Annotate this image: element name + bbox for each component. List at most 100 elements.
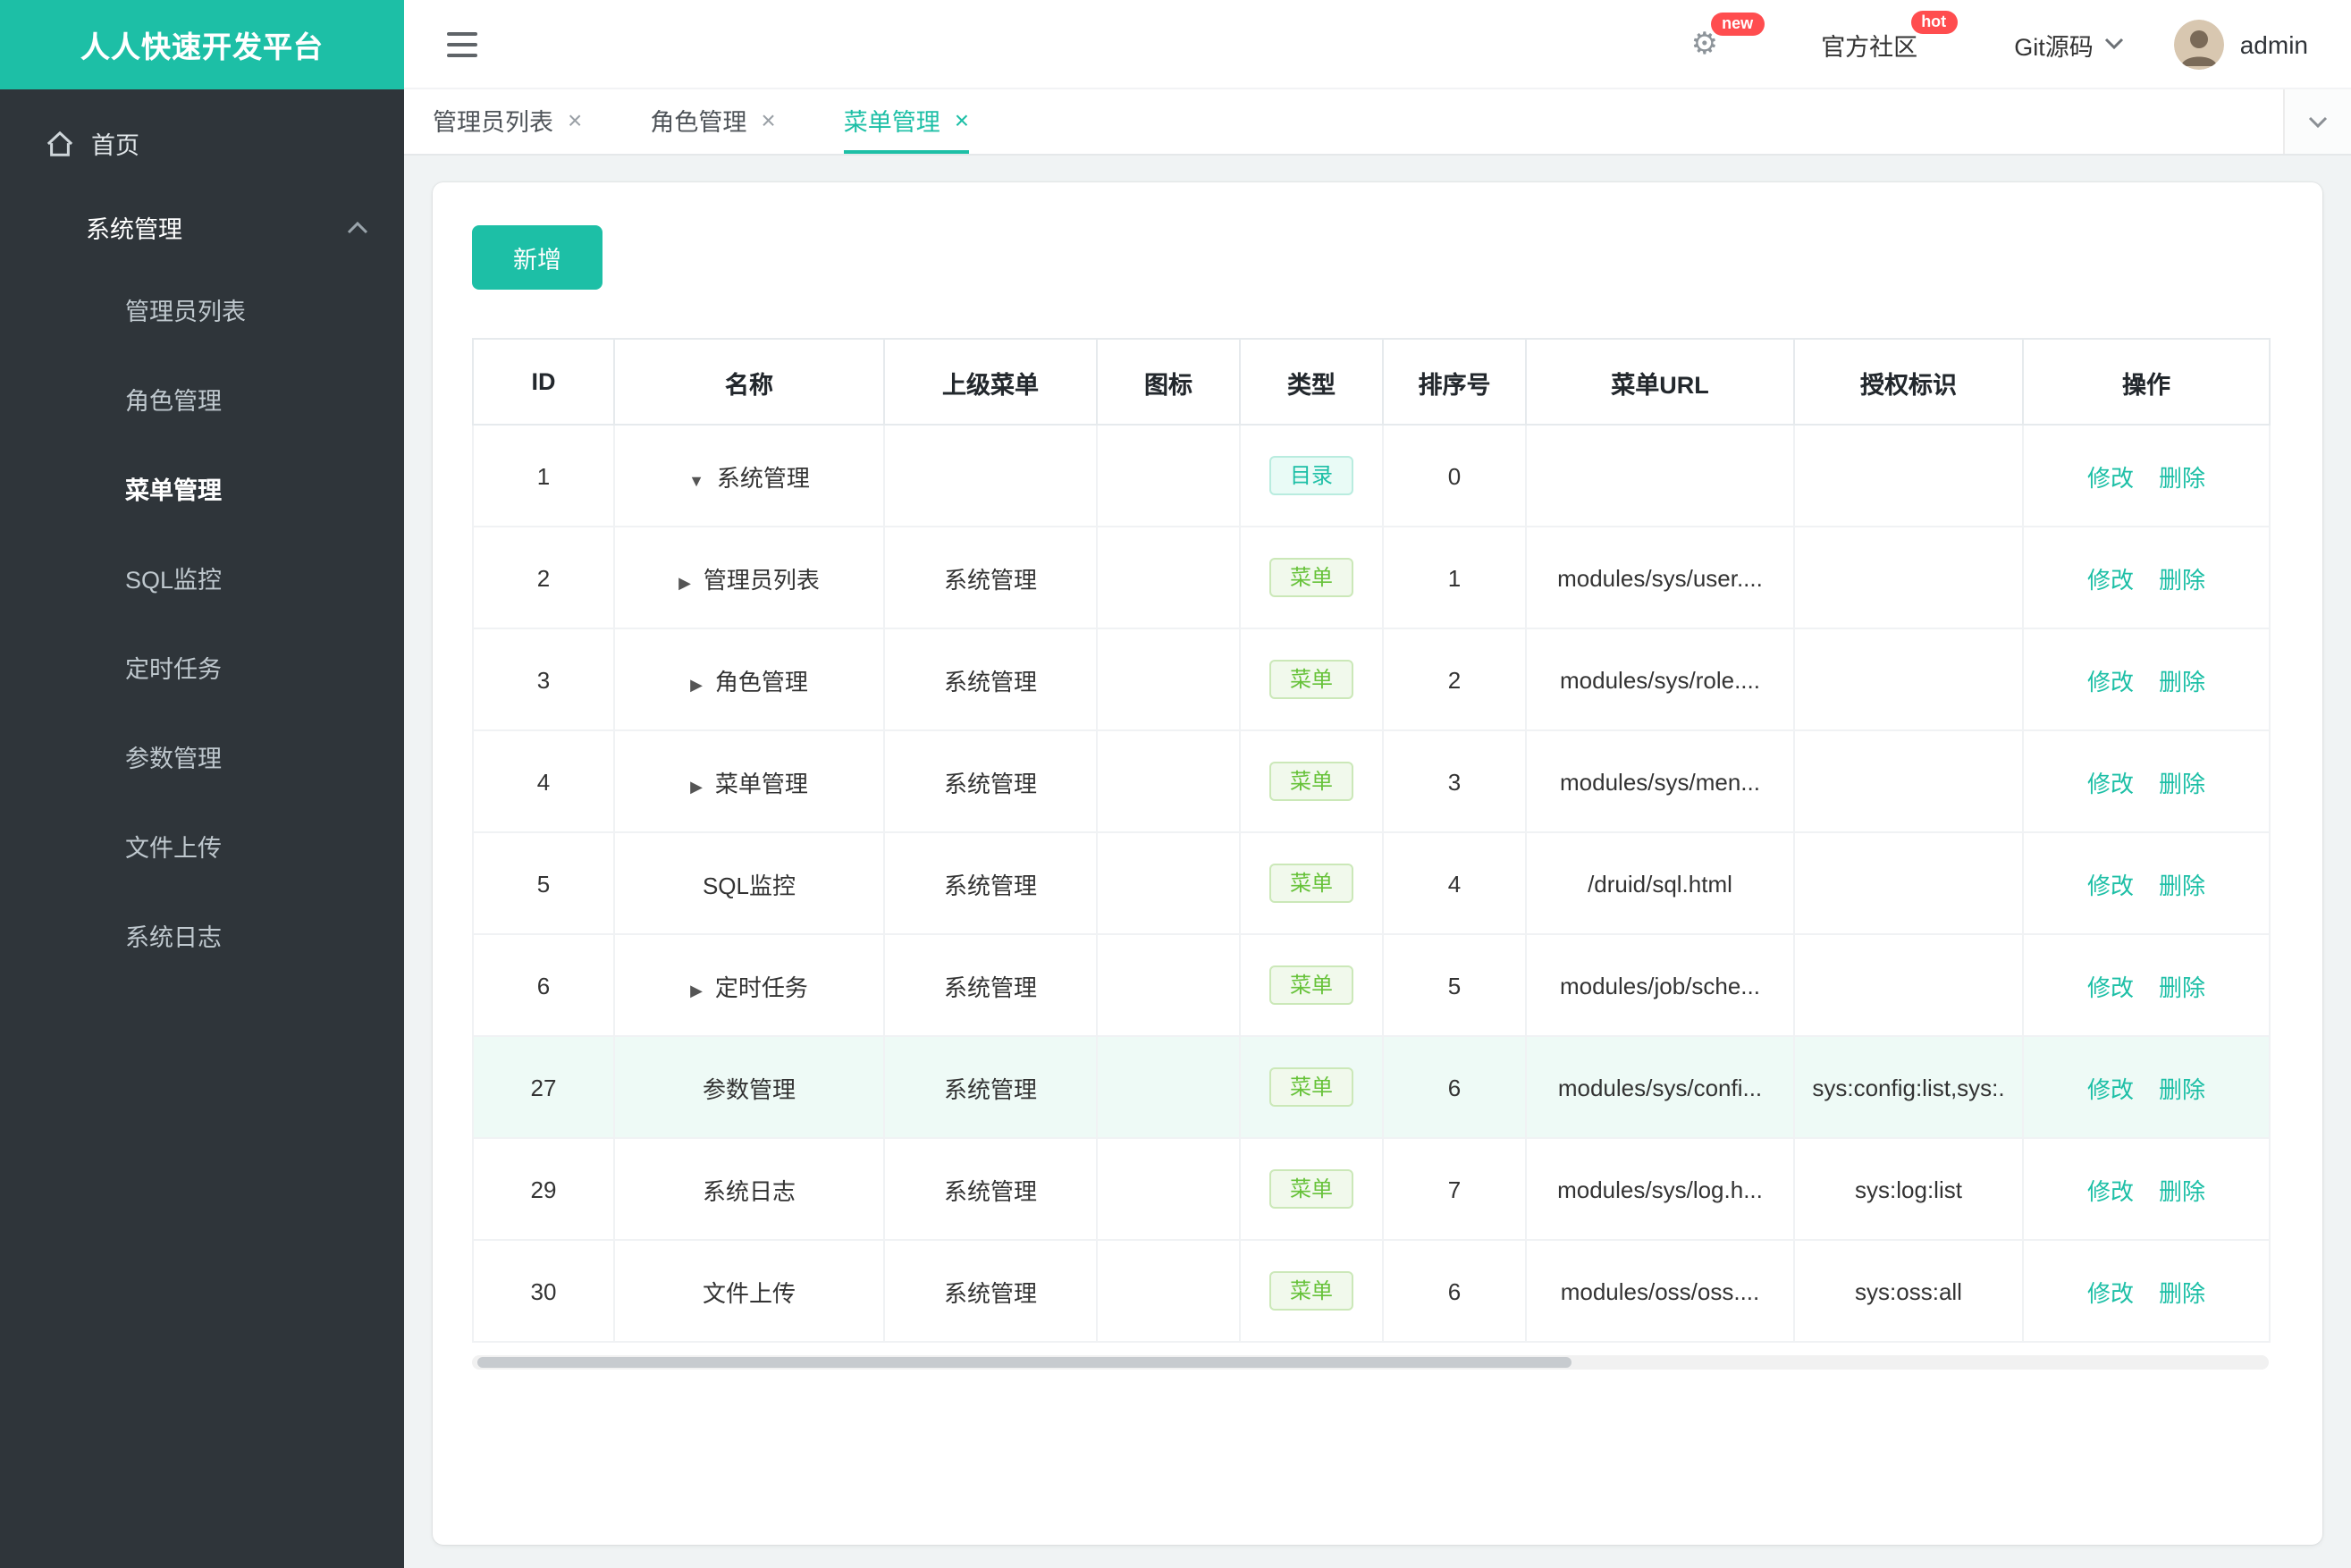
topbar: ⚙ new 官方社区 hot Git源码 admin bbox=[404, 0, 2351, 89]
type-tag: 菜单 bbox=[1269, 762, 1352, 801]
community-label: 官方社区 bbox=[1821, 33, 1918, 60]
cell-menu-url: modules/sys/men... bbox=[1525, 729, 1795, 833]
cell-auth-flag: sys:config:list,sys:. bbox=[1793, 1035, 2024, 1139]
chevron-up-icon bbox=[347, 221, 368, 233]
delete-link[interactable]: 删除 bbox=[2159, 974, 2205, 1000]
sidebar-item-home[interactable]: 首页 bbox=[0, 100, 404, 186]
avatar bbox=[2173, 19, 2224, 69]
cell-actions: 修改 删除 bbox=[2022, 526, 2271, 629]
tab-strip: 管理员列表 × 角色管理 × 菜单管理 × bbox=[433, 89, 1037, 154]
cell-id: 1 bbox=[472, 424, 615, 527]
edit-link[interactable]: 修改 bbox=[2087, 464, 2134, 491]
caret-down-icon[interactable]: ▼ bbox=[688, 471, 704, 489]
cell-name: 文件上传 bbox=[613, 1239, 885, 1343]
tab-menu-management[interactable]: 菜单管理 × bbox=[843, 89, 970, 154]
delete-link[interactable]: 删除 bbox=[2159, 770, 2205, 797]
caret-right-icon[interactable]: ▶ bbox=[678, 573, 691, 591]
sidebar-submenu: 管理员列表 角色管理 菜单管理 SQL监控 定时任务 参数管理 文件上传 系统日志 bbox=[0, 268, 404, 983]
caret-right-icon[interactable]: ▶ bbox=[690, 981, 703, 999]
community-link[interactable]: 官方社区 hot bbox=[1821, 10, 1964, 62]
delete-link[interactable]: 删除 bbox=[2159, 1279, 2205, 1306]
settings-button[interactable]: ⚙ new bbox=[1691, 13, 1772, 59]
cell-sort: 2 bbox=[1382, 628, 1527, 731]
delete-link[interactable]: 删除 bbox=[2159, 566, 2205, 593]
tab-role-management[interactable]: 角色管理 × bbox=[650, 89, 775, 154]
sidebar-item-sql-monitor[interactable]: SQL监控 bbox=[0, 536, 404, 626]
caret-right-icon[interactable]: ▶ bbox=[690, 675, 703, 693]
cell-actions: 修改 删除 bbox=[2022, 424, 2271, 527]
cell-sort: 3 bbox=[1382, 729, 1527, 833]
app-logo: 人人快速开发平台 bbox=[0, 0, 404, 89]
git-source-label: Git源码 bbox=[2014, 33, 2094, 60]
cell-menu-url: modules/oss/oss.... bbox=[1525, 1239, 1795, 1343]
edit-link[interactable]: 修改 bbox=[2087, 668, 2134, 695]
table-row: 5 SQL监控 系统管理 菜单 4/druid/sql.html 修改 删除 bbox=[472, 831, 2271, 935]
hamburger-menu-icon[interactable] bbox=[447, 31, 477, 56]
avatar-image bbox=[2173, 19, 2224, 69]
content-area: 新增 ID 名称 上级菜单 图标 类型 排序号 菜单URL 授权标识 操作 1 ▼ 系统管理 目录 0 修… bbox=[404, 156, 2351, 1568]
cell-name: ▶ 菜单管理 bbox=[613, 729, 885, 833]
edit-link[interactable]: 修改 bbox=[2087, 770, 2134, 797]
cell-menu-url: /druid/sql.html bbox=[1525, 831, 1795, 935]
tab-close-icon[interactable]: × bbox=[568, 107, 582, 132]
cell-name: 系统日志 bbox=[613, 1137, 885, 1241]
cell-sort: 1 bbox=[1382, 526, 1527, 629]
tab-list-dropdown[interactable] bbox=[2283, 89, 2351, 154]
sidebar-item-file-upload[interactable]: 文件上传 bbox=[0, 805, 404, 894]
horizontal-scrollbar[interactable] bbox=[472, 1355, 2269, 1370]
cell-auth-flag: sys:oss:all bbox=[1793, 1239, 2024, 1343]
column-header: 名称 bbox=[613, 338, 885, 426]
edit-link[interactable]: 修改 bbox=[2087, 566, 2134, 593]
delete-link[interactable]: 删除 bbox=[2159, 1177, 2205, 1204]
edit-link[interactable]: 修改 bbox=[2087, 1177, 2134, 1204]
type-tag: 菜单 bbox=[1269, 1271, 1352, 1311]
type-tag: 目录 bbox=[1269, 456, 1352, 495]
sidebar-item-scheduled-tasks[interactable]: 定时任务 bbox=[0, 626, 404, 715]
sidebar-group-system-management[interactable]: 系统管理 bbox=[0, 186, 404, 268]
cell-id: 2 bbox=[472, 526, 615, 629]
cell-auth-flag bbox=[1793, 729, 2024, 833]
cell-type: 菜单 bbox=[1239, 628, 1384, 731]
cell-type: 菜单 bbox=[1239, 526, 1384, 629]
cell-actions: 修改 删除 bbox=[2022, 1239, 2271, 1343]
menu-name-label: 菜单管理 bbox=[714, 770, 808, 797]
chevron-down-icon bbox=[2308, 115, 2328, 128]
edit-link[interactable]: 修改 bbox=[2087, 1075, 2134, 1102]
cell-auth-flag bbox=[1793, 831, 2024, 935]
cell-type: 目录 bbox=[1239, 424, 1384, 527]
tab-close-icon[interactable]: × bbox=[955, 107, 969, 132]
delete-link[interactable]: 删除 bbox=[2159, 1075, 2205, 1102]
menu-management-panel: 新增 ID 名称 上级菜单 图标 类型 排序号 菜单URL 授权标识 操作 1 ▼ 系统管理 目录 0 修… bbox=[433, 182, 2322, 1545]
sidebar-group-label: 系统管理 bbox=[86, 216, 182, 243]
edit-link[interactable]: 修改 bbox=[2087, 872, 2134, 898]
table-row: 27 参数管理 系统管理 菜单 6 modules/sys/confi... sys:con… bbox=[472, 1035, 2271, 1139]
cell-icon bbox=[1096, 729, 1241, 833]
cell-actions: 修改 删除 bbox=[2022, 729, 2271, 833]
sidebar-item-parameter-management[interactable]: 参数管理 bbox=[0, 715, 404, 805]
tab-close-icon[interactable]: × bbox=[761, 107, 775, 132]
add-button[interactable]: 新增 bbox=[472, 225, 602, 290]
column-header: 排序号 bbox=[1382, 338, 1527, 426]
cell-menu-url: modules/job/sche... bbox=[1525, 933, 1795, 1037]
cell-id: 29 bbox=[472, 1137, 615, 1241]
sidebar-item-admin-list[interactable]: 管理员列表 bbox=[0, 268, 404, 358]
caret-right-icon[interactable]: ▶ bbox=[690, 777, 703, 795]
cell-actions: 修改 删除 bbox=[2022, 1137, 2271, 1241]
sidebar-item-system-log[interactable]: 系统日志 bbox=[0, 894, 404, 983]
scrollbar-thumb[interactable] bbox=[477, 1357, 1572, 1368]
edit-link[interactable]: 修改 bbox=[2087, 974, 2134, 1000]
cell-id: 4 bbox=[472, 729, 615, 833]
delete-link[interactable]: 删除 bbox=[2159, 668, 2205, 695]
tab-admin-list[interactable]: 管理员列表 × bbox=[433, 89, 582, 154]
sidebar-item-menu-management[interactable]: 菜单管理 bbox=[0, 447, 404, 536]
edit-link[interactable]: 修改 bbox=[2087, 1279, 2134, 1306]
delete-link[interactable]: 删除 bbox=[2159, 464, 2205, 491]
cell-icon bbox=[1096, 933, 1241, 1037]
delete-link[interactable]: 删除 bbox=[2159, 872, 2205, 898]
user-menu[interactable]: admin bbox=[2173, 19, 2308, 69]
cell-icon bbox=[1096, 526, 1241, 629]
cell-id: 27 bbox=[472, 1035, 615, 1139]
new-badge: new bbox=[1711, 13, 1765, 36]
sidebar-item-role-management[interactable]: 角色管理 bbox=[0, 358, 404, 447]
git-source-dropdown[interactable]: Git源码 bbox=[2014, 26, 2124, 62]
